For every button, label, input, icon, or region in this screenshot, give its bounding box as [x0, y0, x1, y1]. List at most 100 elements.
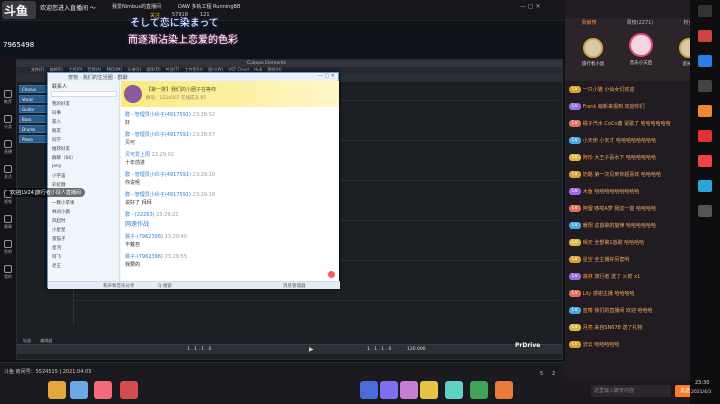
gift-icon[interactable]: [70, 381, 88, 399]
message-manager-button[interactable]: 消息管理器: [283, 283, 306, 289]
level-badge: Lv: [569, 324, 581, 331]
tempo-value[interactable]: 120.000: [407, 347, 426, 352]
scroll-to-bottom-icon[interactable]: [328, 271, 335, 278]
chat-text: 小仙女们欢迎: [604, 87, 635, 93]
gift-icon[interactable]: [94, 381, 112, 399]
contact-item[interactable]: 风起时: [52, 218, 116, 224]
chat-username[interactable]: 奶酪: [583, 172, 593, 178]
contact-item[interactable]: 阿飞: [52, 254, 116, 260]
taskbar-app-icon[interactable]: [698, 180, 712, 192]
taskbar-app-icon[interactable]: [698, 55, 712, 67]
gift-icon[interactable]: [470, 381, 488, 399]
contact-item[interactable]: Jelly: [52, 164, 116, 170]
qq-titlebar: 宠物 · 我们的生活圈 · 群聊 — ▢ ✕: [48, 73, 338, 81]
chat-text: 小天才 哈哈哈哈哈哈哈哈: [599, 138, 656, 144]
transport-play-icon[interactable]: ▶: [309, 346, 314, 353]
contact-item[interactable]: 小宇宙: [52, 173, 116, 179]
contact-item[interactable]: 一颗小苹果: [52, 200, 116, 206]
nav-match[interactable]: 赛事: [0, 213, 16, 235]
contact-item[interactable]: 家人: [52, 119, 116, 125]
nav-recommend[interactable]: 推荐: [0, 88, 16, 110]
nav-mine[interactable]: 我的: [0, 263, 16, 285]
gift-icon[interactable]: [48, 381, 66, 399]
chat-username[interactable]: 蓝莓: [583, 308, 593, 314]
gift-icon[interactable]: [445, 381, 463, 399]
lyric-japanese: そして恋に染まって: [130, 18, 219, 29]
taskbar-app-icon[interactable]: [698, 130, 712, 142]
taskbar-app-icon[interactable]: [698, 155, 712, 167]
gift-icon[interactable]: [400, 381, 418, 399]
chat-username[interactable]: 阿珍: [583, 155, 593, 161]
gift-icon[interactable]: [380, 381, 398, 399]
taskbar-app-icon[interactable]: [698, 80, 712, 92]
tab-stream-room[interactable]: 我爱Nimbus的直播间: [112, 3, 167, 10]
contact-item[interactable]: 小星星: [52, 227, 116, 233]
avatar: [583, 38, 603, 58]
contact-item[interactable]: 同事: [52, 110, 116, 116]
nav-follow[interactable]: 关注: [0, 163, 16, 185]
tab-project[interactable]: DAW 多轨工程 RunningBB: [178, 3, 268, 10]
share-button[interactable]: 和声和音乐分享: [103, 283, 135, 289]
rank-user[interactable]: 音乐小天后: [621, 27, 661, 66]
chat-username[interactable]: Lily: [583, 291, 592, 297]
gift-icon[interactable]: [120, 381, 138, 399]
chat-username[interactable]: 星空: [583, 257, 593, 263]
group-header: 【第一排】我们的小圈子在等你 群号：1234567 在线成员 85: [121, 81, 339, 107]
chat-username[interactable]: 月亮: [583, 325, 593, 331]
chat-username[interactable]: 流云: [583, 342, 593, 348]
transport-bar: 1 . 1 . 1 . 0 ▶ 1 . 1 . 1 . 0 120.000: [17, 344, 562, 354]
chat-username[interactable]: 木鱼: [583, 189, 593, 195]
nav-category[interactable]: 分类: [0, 113, 16, 135]
contact-item[interactable]: 我的好友: [52, 101, 116, 107]
gift-icon[interactable]: [420, 381, 438, 399]
chat-input[interactable]: 这里输入聊天内容: [591, 385, 671, 397]
level-badge: Lv: [569, 222, 581, 229]
heart-icon: [4, 165, 12, 173]
qq-window-controls[interactable]: — ▢ ✕: [318, 73, 335, 79]
chat-username[interactable]: 一只小猫: [583, 87, 603, 93]
nav-live[interactable]: 直播: [0, 138, 16, 160]
live-count: 5: [540, 371, 544, 377]
window-controls[interactable]: — ▢ ✕: [520, 3, 541, 10]
nav-fishbar[interactable]: 鱼吧: [0, 238, 16, 260]
chat-message: Lv Lily 感谢主播 哈哈哈哈: [569, 290, 709, 298]
taskbar-app-icon[interactable]: [698, 5, 712, 17]
contact-item[interactable]: 同学: [52, 137, 116, 143]
chat-username[interactable]: 森林: [583, 274, 593, 280]
tab-editor[interactable]: 编辑器: [40, 338, 52, 343]
contact-item[interactable]: 推荐好友: [52, 146, 116, 152]
contact-item[interactable]: 夜猫子: [52, 236, 116, 242]
contact-item[interactable]: 朋友: [52, 128, 116, 134]
chat-username[interactable]: 小天使: [583, 138, 598, 144]
taskbar-app-icon[interactable]: [698, 205, 712, 217]
taskbar-app-icon[interactable]: [698, 105, 712, 117]
taskbar-app-icon[interactable]: [698, 30, 712, 42]
rank-user[interactable]: 旅行者小鼠: [573, 32, 613, 67]
chat-username[interactable]: 橘子汽水: [583, 121, 603, 127]
tab-tracks[interactable]: 轨道: [23, 338, 31, 343]
tab-contribution[interactable]: 贡献榜: [569, 19, 609, 28]
chat-message: Lv 阿珍 大王子喜水下 哈哈哈哈哈哈: [569, 154, 709, 162]
contact-search[interactable]: [51, 91, 117, 97]
gift-icon[interactable]: [495, 381, 513, 399]
chat-username[interactable]: Frank: [583, 104, 597, 110]
chat-text: CoCo酱 说歌了 哈哈哈哈哈哈: [604, 121, 671, 127]
menu-file[interactable]: 文件(F): [31, 67, 44, 72]
avatar: [629, 33, 653, 57]
chat-message: Lv 蓝莓 我们的直播间 欢迎 哈哈哈: [569, 307, 709, 315]
contact-item[interactable]: 星河: [52, 245, 116, 251]
lyric-chinese: 而逐渐沾染上恋爱的色彩: [128, 35, 238, 46]
contact-item[interactable]: 老王: [52, 263, 116, 269]
contact-item[interactable]: 林间小路: [52, 209, 116, 215]
chat-text: 哆啦A梦 我这一首 哈哈哈哈: [594, 206, 656, 212]
chat-username[interactable]: 阿狸: [583, 206, 593, 212]
group-avatar[interactable]: [124, 85, 142, 103]
chat-text: 全部第1首歌 哈哈哈哈: [594, 240, 645, 246]
message-text: 好: [125, 120, 131, 126]
chat-username[interactable]: 晴天: [583, 240, 593, 246]
search-button[interactable]: Q 搜索: [158, 283, 172, 289]
chat-username[interactable]: 暖阳: [583, 223, 593, 229]
windows-taskbar: 23:30 2021/4/3: [690, 0, 720, 404]
gift-icon[interactable]: [360, 381, 378, 399]
contact-item[interactable]: 群聊（66）: [52, 155, 116, 161]
